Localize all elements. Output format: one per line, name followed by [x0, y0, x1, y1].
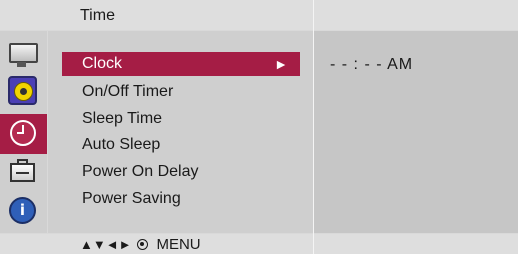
footer-bar-right — [314, 234, 518, 254]
menu-item-sleep-time[interactable]: Sleep Time — [62, 107, 300, 131]
column-divider — [313, 0, 314, 254]
header-bar — [0, 0, 313, 30]
time-icon[interactable] — [8, 118, 37, 147]
menu-item-power-saving[interactable]: Power Saving — [62, 187, 300, 211]
navigation-hint: ▲▼◄► MENU — [80, 236, 201, 253]
information-icon[interactable]: i — [8, 196, 37, 225]
menu-item-label: Sleep Time — [82, 110, 163, 127]
menu-item-on-off-timer[interactable]: On/Off Timer — [62, 80, 300, 104]
menu-item-label: On/Off Timer — [82, 83, 174, 100]
menu-hint-label: MENU — [156, 236, 201, 253]
menu-item-label: Power On Delay — [82, 163, 199, 180]
toolbox-bar-shape — [16, 172, 29, 174]
speaker-disc-shape — [14, 82, 33, 101]
picture-icon[interactable] — [8, 40, 38, 69]
menu-item-label: Power Saving — [82, 190, 181, 207]
option-icon[interactable] — [8, 158, 37, 187]
ok-button-icon — [137, 239, 149, 250]
menu-item-label: Auto Sleep — [82, 136, 161, 153]
monitor-stand-shape — [17, 62, 26, 67]
nav-arrows-icon: ▲▼◄► — [80, 237, 132, 252]
audio-icon[interactable] — [8, 76, 37, 105]
info-glyph: i — [9, 197, 36, 224]
menu-item-clock[interactable]: Clock ► — [62, 52, 300, 76]
menu-item-auto-sleep[interactable]: Auto Sleep — [62, 133, 300, 157]
page-title: Time — [80, 7, 115, 24]
menu-item-power-on-delay[interactable]: Power On Delay — [62, 160, 300, 184]
header-bar-right — [314, 0, 518, 30]
clock-hand-minute — [17, 132, 24, 134]
menu-item-label: Clock — [82, 55, 123, 72]
submenu-arrow-icon: ► — [274, 56, 288, 72]
monitor-screen-shape — [9, 43, 38, 63]
clock-value: - - : - - AM — [330, 56, 414, 73]
